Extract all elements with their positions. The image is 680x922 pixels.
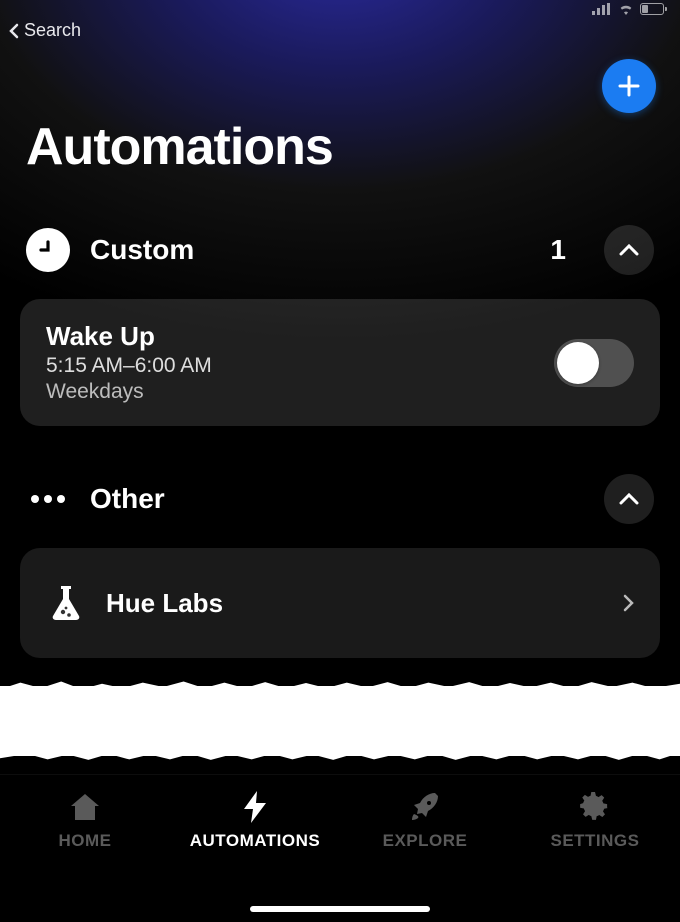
tab-automations[interactable]: AUTOMATIONS bbox=[170, 791, 340, 922]
chevron-up-icon bbox=[618, 243, 640, 257]
home-indicator[interactable] bbox=[250, 906, 430, 912]
hue-labs-title: Hue Labs bbox=[106, 588, 602, 619]
section-label: Other bbox=[90, 483, 584, 515]
automation-toggle[interactable] bbox=[554, 339, 634, 387]
automation-time: 5:15 AM–6:00 AM bbox=[46, 354, 534, 378]
chevron-up-icon bbox=[618, 492, 640, 506]
home-icon bbox=[69, 791, 101, 823]
clock-icon bbox=[26, 228, 70, 272]
bolt-icon bbox=[244, 791, 266, 823]
tab-explore[interactable]: EXPLORE bbox=[340, 791, 510, 922]
chevron-right-icon bbox=[622, 593, 634, 613]
plus-icon bbox=[616, 73, 642, 99]
tab-settings[interactable]: SETTINGS bbox=[510, 791, 680, 922]
hue-labs-card[interactable]: Hue Labs bbox=[20, 548, 660, 658]
torn-edge-divider bbox=[0, 686, 680, 756]
automation-title: Wake Up bbox=[46, 321, 534, 352]
back-label: Search bbox=[24, 20, 81, 41]
section-label: Custom bbox=[90, 234, 530, 266]
automation-card[interactable]: Wake Up 5:15 AM–6:00 AM Weekdays bbox=[20, 299, 660, 426]
section-header-custom[interactable]: Custom 1 bbox=[20, 225, 660, 275]
collapse-button-custom[interactable] bbox=[604, 225, 654, 275]
add-button[interactable] bbox=[602, 59, 656, 113]
tab-home[interactable]: HOME bbox=[0, 791, 170, 922]
wifi-icon bbox=[618, 3, 634, 15]
back-button[interactable]: Search bbox=[0, 18, 89, 41]
status-icons bbox=[592, 3, 664, 15]
tab-label: HOME bbox=[59, 831, 112, 851]
automation-days: Weekdays bbox=[46, 380, 534, 404]
tab-label: AUTOMATIONS bbox=[190, 831, 320, 851]
tab-label: SETTINGS bbox=[550, 831, 639, 851]
tab-label: EXPLORE bbox=[383, 831, 468, 851]
status-bar bbox=[0, 0, 680, 18]
section-header-other[interactable]: Other bbox=[20, 474, 660, 524]
gear-icon bbox=[580, 791, 610, 823]
chevron-left-icon bbox=[8, 23, 20, 39]
tab-bar: HOME AUTOMATIONS EXPLORE SETTINGS bbox=[0, 774, 680, 922]
battery-icon bbox=[640, 3, 664, 15]
page-title: Automations bbox=[26, 117, 656, 177]
signal-icon bbox=[592, 3, 612, 15]
section-count: 1 bbox=[550, 234, 566, 266]
dots-icon bbox=[26, 477, 70, 521]
flask-icon bbox=[46, 584, 86, 622]
collapse-button-other[interactable] bbox=[604, 474, 654, 524]
rocket-icon bbox=[410, 791, 440, 823]
